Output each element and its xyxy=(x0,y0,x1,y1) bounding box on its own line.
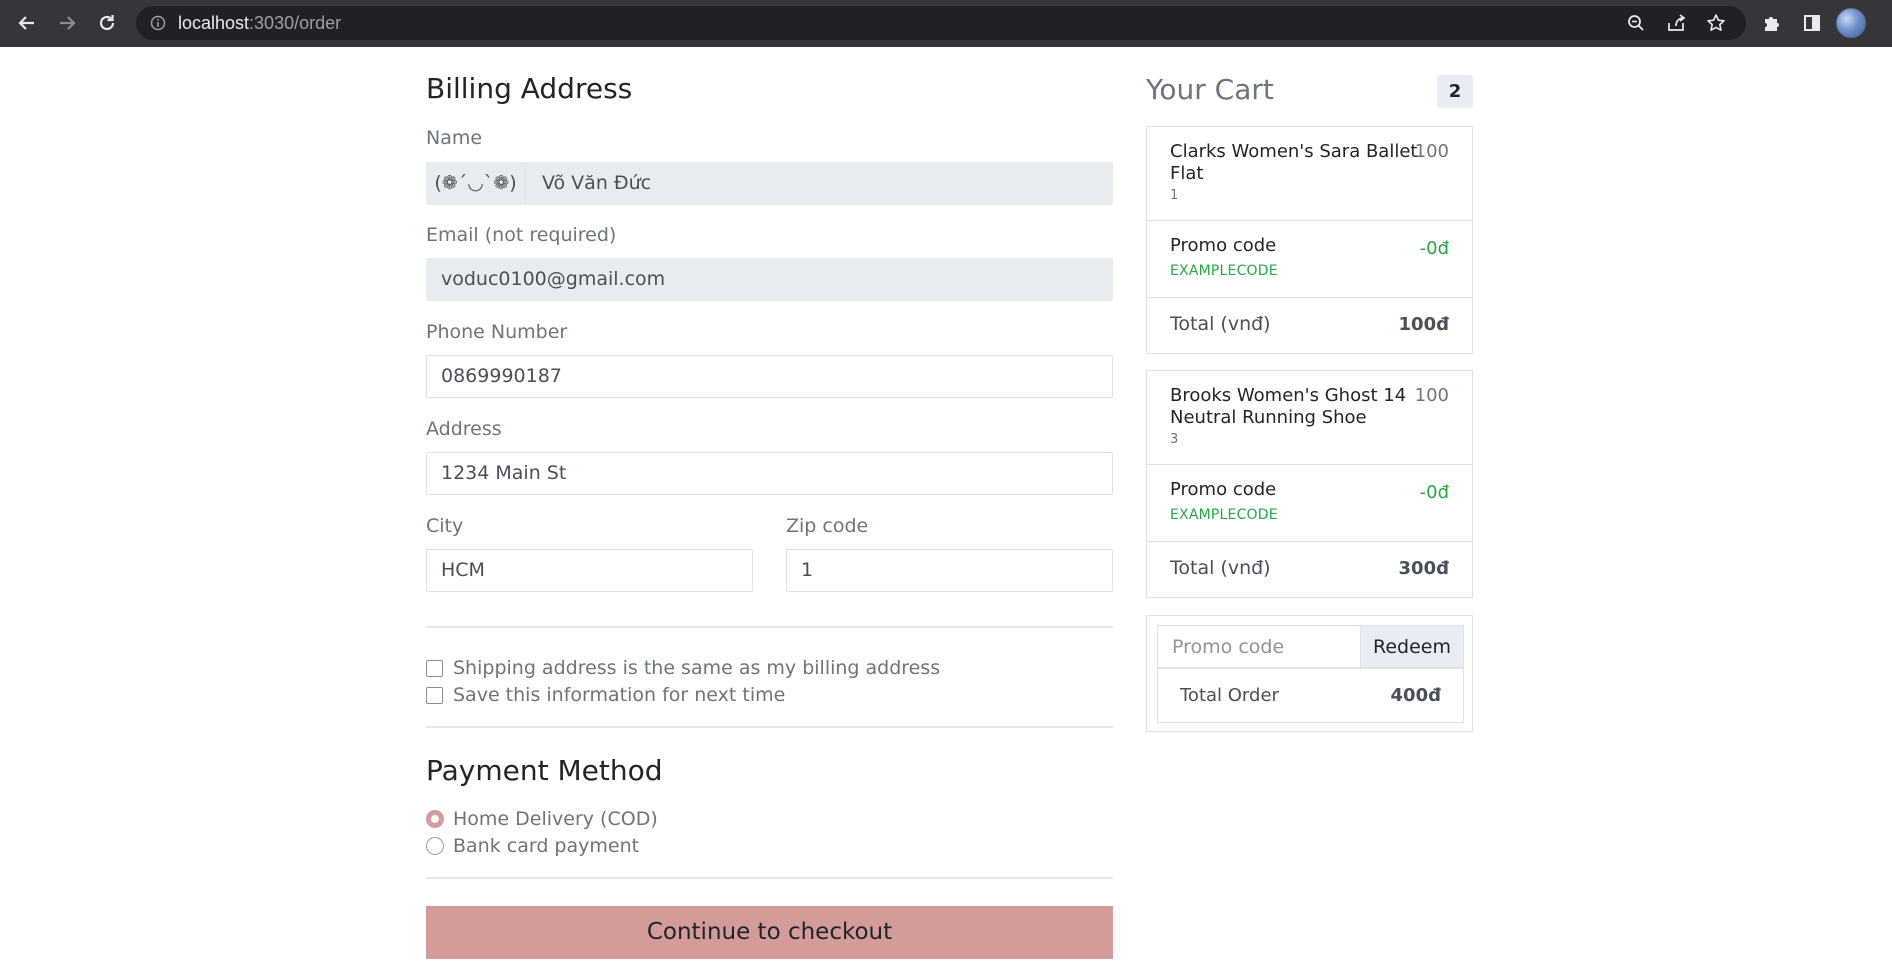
total-row: Total (vnđ) 300đ xyxy=(1147,542,1472,597)
total-value: 300đ xyxy=(1398,558,1449,579)
back-button[interactable] xyxy=(10,6,44,40)
cod-radio[interactable] xyxy=(426,810,444,828)
cart-item: Clarks Women's Sara Ballet Flat 100 1 Pr… xyxy=(1146,126,1473,354)
address-field[interactable]: 1234 Main St xyxy=(426,452,1113,495)
divider xyxy=(426,726,1113,728)
total-value: 100đ xyxy=(1398,314,1449,335)
profile-avatar[interactable] xyxy=(1836,8,1866,38)
url-path: :3030/order xyxy=(249,13,342,33)
name-prefix-emoticon: (❁´◡`❁) xyxy=(426,162,526,204)
product-row: Clarks Women's Sara Ballet Flat 100 1 xyxy=(1147,127,1472,221)
cart-title: Your Cart xyxy=(1146,73,1274,106)
product-name: Brooks Women's Ghost 14 Neutral Running … xyxy=(1170,385,1407,428)
back-arrow-icon xyxy=(18,16,34,30)
puzzle-icon xyxy=(1765,17,1779,31)
payment-title: Payment Method xyxy=(426,754,663,787)
site-info-icon[interactable] xyxy=(148,13,168,33)
bank-card-radio[interactable] xyxy=(426,837,444,855)
url-host: localhost xyxy=(178,13,250,33)
bookmark-star-icon[interactable] xyxy=(1702,9,1730,37)
divider xyxy=(426,877,1113,879)
zip-label: Zip code xyxy=(786,515,869,537)
city-field[interactable]: HCM xyxy=(426,549,753,592)
same-address-label[interactable]: Shipping address is the same as my billi… xyxy=(453,657,940,679)
checkout-button[interactable]: Continue to checkout xyxy=(426,906,1113,959)
address-bar[interactable]: localhost:3030/order xyxy=(136,6,1746,40)
browser-toolbar: localhost:3030/order xyxy=(0,0,1892,47)
promo-discount: -0đ xyxy=(1419,482,1449,503)
total-label: Total (vnđ) xyxy=(1170,313,1271,335)
billing-title: Billing Address xyxy=(426,72,633,105)
address-label: Address xyxy=(426,418,502,440)
side-panel-button[interactable] xyxy=(1795,6,1829,40)
city-label: City xyxy=(426,515,464,537)
save-info-label[interactable]: Save this information for next time xyxy=(453,684,785,706)
reload-button[interactable] xyxy=(90,6,124,40)
name-field[interactable]: Võ Văn Đức xyxy=(426,162,1113,205)
promo-code: EXAMPLECODE xyxy=(1170,263,1278,279)
name-label: Name xyxy=(426,127,483,149)
url-text[interactable]: localhost:3030/order xyxy=(178,6,341,40)
divider xyxy=(426,626,1113,628)
order-total-row: Total Order 400đ xyxy=(1157,668,1464,723)
side-panel-icon xyxy=(1804,15,1820,31)
promo-code-input[interactable] xyxy=(1157,625,1360,668)
cart-item: Brooks Women's Ghost 14 Neutral Running … xyxy=(1146,370,1473,598)
product-quantity: 1 xyxy=(1170,188,1179,203)
product-row: Brooks Women's Ghost 14 Neutral Running … xyxy=(1147,371,1472,465)
cart-count-badge: 2 xyxy=(1437,75,1473,108)
promo-row: Promo code -0đ EXAMPLECODE xyxy=(1147,465,1472,542)
forward-button[interactable] xyxy=(50,6,84,40)
product-price: 100 xyxy=(1414,141,1449,162)
promo-code: EXAMPLECODE xyxy=(1170,507,1278,523)
product-price: 100 xyxy=(1414,385,1449,406)
order-total-label: Total Order xyxy=(1180,685,1279,706)
order-total-value: 400đ xyxy=(1390,685,1441,706)
email-label: Email (not required) xyxy=(426,224,617,246)
product-quantity: 3 xyxy=(1170,432,1179,447)
forward-arrow-icon xyxy=(60,16,76,30)
same-address-checkbox[interactable] xyxy=(426,660,443,677)
share-icon[interactable] xyxy=(1662,9,1690,37)
extensions-button[interactable] xyxy=(1755,6,1789,40)
bank-card-label[interactable]: Bank card payment xyxy=(453,835,639,857)
phone-field[interactable]: 0869990187 xyxy=(426,355,1113,398)
promo-label: Promo code xyxy=(1170,479,1277,500)
cod-label[interactable]: Home Delivery (COD) xyxy=(453,808,658,830)
phone-label: Phone Number xyxy=(426,321,568,343)
promo-discount: -0đ xyxy=(1419,238,1449,259)
reload-icon xyxy=(99,15,115,31)
total-row: Total (vnđ) 100đ xyxy=(1147,298,1472,353)
redeem-box: Redeem Total Order 400đ xyxy=(1146,615,1473,732)
redeem-button[interactable]: Redeem xyxy=(1360,625,1464,668)
zip-field[interactable]: 1 xyxy=(786,549,1113,592)
product-name: Clarks Women's Sara Ballet Flat xyxy=(1170,141,1418,184)
email-field[interactable]: voduc0100@gmail.com xyxy=(426,258,1113,301)
promo-row: Promo code -0đ EXAMPLECODE xyxy=(1147,221,1472,298)
zoom-icon[interactable] xyxy=(1622,9,1650,37)
save-info-checkbox[interactable] xyxy=(426,687,443,704)
promo-label: Promo code xyxy=(1170,235,1277,256)
total-label: Total (vnđ) xyxy=(1170,557,1271,579)
